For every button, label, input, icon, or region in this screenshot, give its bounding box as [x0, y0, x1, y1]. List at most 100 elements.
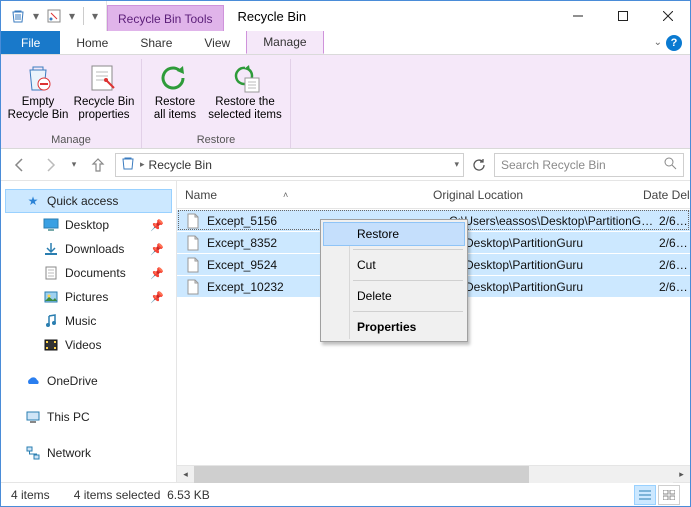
tab-share[interactable]: Share [124, 31, 188, 54]
pin-icon: 📌 [150, 291, 164, 304]
horizontal-scrollbar[interactable]: ◂ ▸ [177, 465, 690, 482]
pin-icon: 📌 [150, 219, 164, 232]
ctx-cut[interactable]: Cut [323, 253, 465, 277]
qat-dropdown-2[interactable]: ▾ [67, 5, 77, 27]
group-restore-label: Restore [197, 132, 236, 146]
contextual-tab-header: Recycle Bin Tools [107, 5, 224, 31]
nav-this-pc[interactable]: This PC [5, 405, 172, 429]
status-selected: 4 items selected 6.53 KB [74, 488, 210, 502]
details-view-button[interactable] [634, 485, 656, 505]
address-dropdown[interactable]: ▾ [454, 159, 459, 170]
title-bar: ▾ ▾ ▾ Recycle Bin Tools Recycle Bin [1, 1, 690, 31]
nav-label: Music [65, 314, 96, 328]
file-date: 2/6/2018 [659, 280, 690, 294]
nav-quick-access[interactable]: ★ Quick access [5, 189, 172, 213]
restore-selected-label: Restore the selected items [208, 96, 282, 122]
explorer-window: ▾ ▾ ▾ Recycle Bin Tools Recycle Bin File… [0, 0, 691, 507]
address-bar: ▾ ▸ Recycle Bin ▾ Search Recycle Bin [1, 149, 690, 181]
file-location: os\Desktop\PartitionGuru [449, 280, 659, 294]
status-bar: 4 items 4 items selected 6.53 KB [1, 482, 690, 506]
file-date: 2/6/2018 [659, 258, 690, 272]
address-box[interactable]: ▸ Recycle Bin ▾ [115, 153, 464, 177]
scroll-left[interactable]: ◂ [177, 466, 194, 483]
documents-icon [43, 265, 59, 281]
nav-network[interactable]: Network [5, 441, 172, 465]
separator [353, 311, 463, 312]
pin-icon: 📌 [150, 243, 164, 256]
history-dropdown[interactable]: ▾ [67, 152, 81, 178]
maximize-button[interactable] [600, 1, 645, 31]
separator [353, 280, 463, 281]
up-button[interactable] [85, 152, 111, 178]
column-date-deleted[interactable]: Date Del [643, 188, 690, 202]
recycle-bin-icon[interactable] [7, 5, 29, 27]
nav-label: This PC [47, 410, 90, 424]
qat-dropdown-1[interactable]: ▾ [31, 5, 41, 27]
music-icon [43, 313, 59, 329]
star-icon: ★ [25, 193, 41, 209]
refresh-button[interactable] [468, 154, 490, 176]
ribbon-tabs: File Home Share View Manage ⌄ ? [1, 31, 690, 55]
view-switcher [634, 485, 680, 505]
minimize-button[interactable] [555, 1, 600, 31]
column-original-location[interactable]: Original Location [433, 188, 643, 202]
restore-selected-button[interactable]: Restore the selected items [206, 59, 284, 132]
nav-videos[interactable]: Videos [5, 333, 172, 357]
nav-pictures[interactable]: Pictures 📌 [5, 285, 172, 309]
breadcrumb-item[interactable]: Recycle Bin [149, 158, 212, 172]
file-location: os\Desktop\PartitionGuru [449, 258, 659, 272]
status-item-count: 4 items [11, 488, 50, 502]
properties-large-icon [87, 61, 121, 95]
nav-documents[interactable]: Documents 📌 [5, 261, 172, 285]
properties-icon[interactable] [43, 5, 65, 27]
scroll-right[interactable]: ▸ [673, 466, 690, 483]
ribbon-group-manage: Empty Recycle Bin Recycle Bin properties… [1, 59, 142, 148]
separator [83, 7, 84, 25]
nav-label: Desktop [65, 218, 109, 232]
ribbon-right: ⌄ ? [646, 31, 690, 54]
restore-all-button[interactable]: Restore all items [148, 59, 202, 132]
restore-all-icon [158, 61, 192, 95]
thumbnails-view-button[interactable] [658, 485, 680, 505]
scroll-track[interactable] [194, 466, 673, 483]
tab-file[interactable]: File [1, 31, 60, 54]
column-headers: Name˄ Original Location Date Del [177, 181, 690, 209]
tab-manage[interactable]: Manage [246, 31, 323, 54]
qat-customize[interactable]: ▾ [90, 5, 100, 27]
file-date: 2/6/2018 [659, 236, 690, 250]
nav-label: Pictures [65, 290, 108, 304]
downloads-icon [43, 241, 59, 257]
quick-access-toolbar: ▾ ▾ ▾ [1, 1, 107, 31]
file-location: os\Desktop\PartitionGuru [449, 236, 659, 250]
file-icon [185, 279, 201, 295]
nav-desktop[interactable]: Desktop 📌 [5, 213, 172, 237]
pc-icon [25, 409, 41, 425]
nav-label: Quick access [47, 194, 118, 208]
search-box[interactable]: Search Recycle Bin [494, 153, 684, 177]
breadcrumb-chevron[interactable]: ▸ [140, 159, 145, 170]
recycle-bin-properties-button[interactable]: Recycle Bin properties [73, 59, 135, 132]
file-icon [185, 235, 201, 251]
tab-home[interactable]: Home [60, 31, 124, 54]
ribbon-minimize[interactable]: ⌄ [654, 37, 662, 48]
back-button[interactable] [7, 152, 33, 178]
file-icon [185, 213, 201, 229]
column-name[interactable]: Name˄ [185, 188, 433, 202]
nav-music[interactable]: Music [5, 309, 172, 333]
forward-button[interactable] [37, 152, 63, 178]
close-button[interactable] [645, 1, 690, 31]
properties-label: Recycle Bin properties [74, 96, 135, 122]
ctx-properties[interactable]: Properties [323, 315, 465, 339]
pin-icon: 📌 [150, 267, 164, 280]
nav-downloads[interactable]: Downloads 📌 [5, 237, 172, 261]
empty-bin-label: Empty Recycle Bin [8, 96, 69, 122]
empty-bin-icon [21, 61, 55, 95]
tab-view[interactable]: View [188, 31, 246, 54]
nav-label: Videos [65, 338, 101, 352]
ctx-delete[interactable]: Delete [323, 284, 465, 308]
nav-onedrive[interactable]: OneDrive [5, 369, 172, 393]
help-button[interactable]: ? [666, 35, 682, 51]
ctx-restore[interactable]: Restore [323, 222, 465, 246]
scroll-thumb[interactable] [194, 466, 529, 483]
empty-recycle-bin-button[interactable]: Empty Recycle Bin [7, 59, 69, 132]
